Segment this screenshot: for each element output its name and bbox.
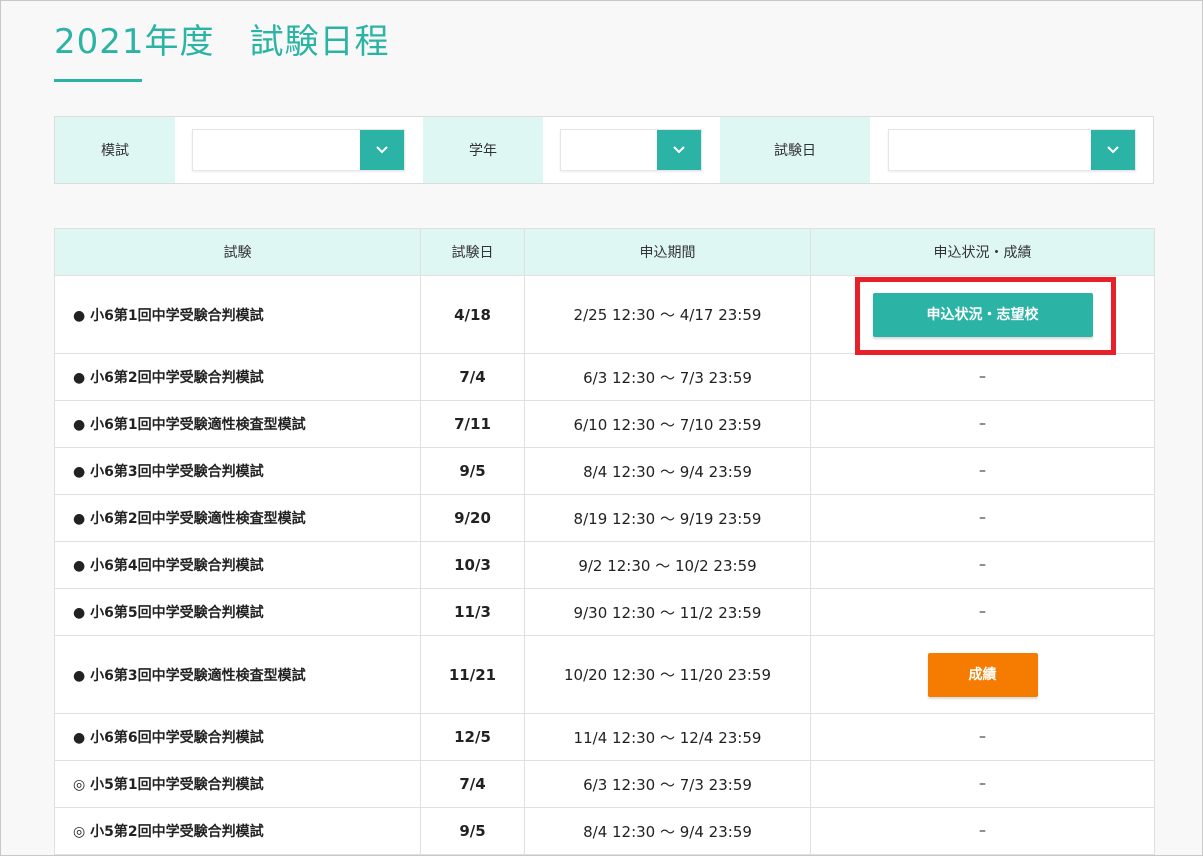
table-row: ● 小6第3回中学受験合判模試 9/5 8/4 12:30 〜 9/4 23:59– xyxy=(54,447,1155,495)
status-dash: – xyxy=(810,447,1155,495)
exam-name: ● 小6第2回中学受験適性検査型模試 xyxy=(54,494,421,542)
exam-name: ● 小6第3回中学受験合判模試 xyxy=(54,447,421,495)
exam-date: 7/4 xyxy=(420,353,525,401)
exam-date: 9/5 xyxy=(420,807,525,855)
exam-name: ● 小6第2回中学受験合判模試 xyxy=(54,353,421,401)
table-row: ● 小6第2回中学受験合判模試 7/4 6/3 12:30 〜 7/3 23:59– xyxy=(54,353,1155,401)
grade-filter-label: 学年 xyxy=(423,117,543,183)
title-underline xyxy=(54,79,142,82)
application-period: 9/30 12:30 〜 11/2 23:59 xyxy=(524,588,811,636)
date-select[interactable] xyxy=(888,129,1136,171)
table-row: ● 小6第1回中学受験合判模試 4/18 2/25 12:30 〜 4/17 23:… xyxy=(54,275,1155,354)
chevron-down-icon[interactable] xyxy=(657,130,701,170)
exam-date: 7/4 xyxy=(420,760,525,808)
status-cell: 成績 xyxy=(810,635,1155,714)
date-filter-label: 試験日 xyxy=(720,117,870,183)
exam-schedule-table: 試験 試験日 申込期間 申込状況・成績 ● 小6第1回中学受験合判模試 4/18 2… xyxy=(54,228,1155,855)
table-row: ● 小6第5回中学受験合判模試 11/3 9/30 12:30 〜 11/2 23:… xyxy=(54,588,1155,636)
application-period: 6/10 12:30 〜 7/10 23:59 xyxy=(524,400,811,448)
header-exam-date: 試験日 xyxy=(420,228,525,276)
exam-date: 11/3 xyxy=(420,588,525,636)
application-period: 11/4 12:30 〜 12/4 23:59 xyxy=(524,713,811,761)
application-period: 9/2 12:30 〜 10/2 23:59 xyxy=(524,541,811,589)
exam-name: ● 小6第1回中学受験合判模試 xyxy=(54,275,421,354)
status-dash: – xyxy=(810,541,1155,589)
exam-date: 7/11 xyxy=(420,400,525,448)
application-period: 6/3 12:30 〜 7/3 23:59 xyxy=(524,353,811,401)
results-button[interactable]: 成績 xyxy=(927,652,1038,697)
page-title: 2021年度 試験日程 xyxy=(54,22,390,62)
status-dash: – xyxy=(810,760,1155,808)
exam-filter-label: 模試 xyxy=(55,117,175,183)
application-status-button[interactable]: 申込状況・志望校 xyxy=(872,292,1093,337)
table-row: ◎ 小5第1回中学受験合判模試 7/4 6/3 12:30 〜 7/3 23:59– xyxy=(54,760,1155,808)
grade-select[interactable] xyxy=(560,129,702,171)
table-row: ◎ 小5第2回中学受験合判模試 9/5 8/4 12:30 〜 9/4 23:59– xyxy=(54,807,1155,855)
status-dash: – xyxy=(810,807,1155,855)
table-row: ● 小6第2回中学受験適性検査型模試 9/20 8/19 12:30 〜 9/19 … xyxy=(54,494,1155,542)
exam-name: ● 小6第4回中学受験合判模試 xyxy=(54,541,421,589)
exam-date: 9/5 xyxy=(420,447,525,495)
status-dash: – xyxy=(810,713,1155,761)
application-period: 8/4 12:30 〜 9/4 23:59 xyxy=(524,447,811,495)
exam-name: ● 小6第6回中学受験合判模試 xyxy=(54,713,421,761)
status-cell: 申込状況・志望校 xyxy=(810,275,1155,354)
application-period: 8/4 12:30 〜 9/4 23:59 xyxy=(524,807,811,855)
exam-name: ● 小6第5回中学受験合判模試 xyxy=(54,588,421,636)
exam-select[interactable] xyxy=(192,129,405,171)
exam-name: ◎ 小5第2回中学受験合判模試 xyxy=(54,807,421,855)
exam-date: 11/21 xyxy=(420,635,525,714)
table-row: ● 小6第4回中学受験合判模試 10/3 9/2 12:30 〜 10/2 23:5… xyxy=(54,541,1155,589)
chevron-down-icon[interactable] xyxy=(360,130,404,170)
table-row: ● 小6第1回中学受験適性検査型模試 7/11 6/10 12:30 〜 7/10 … xyxy=(54,400,1155,448)
header-application-period: 申込期間 xyxy=(524,228,811,276)
exam-date: 9/20 xyxy=(420,494,525,542)
header-exam: 試験 xyxy=(54,228,421,276)
application-period: 8/19 12:30 〜 9/19 23:59 xyxy=(524,494,811,542)
table-row: ● 小6第3回中学受験適性検査型模試 11/21 10/20 12:30 〜 11/… xyxy=(54,635,1155,714)
chevron-down-icon[interactable] xyxy=(1091,130,1135,170)
exam-name: ◎ 小5第1回中学受験合判模試 xyxy=(54,760,421,808)
exam-date: 10/3 xyxy=(420,541,525,589)
status-dash: – xyxy=(810,400,1155,448)
application-period: 6/3 12:30 〜 7/3 23:59 xyxy=(524,760,811,808)
status-dash: – xyxy=(810,494,1155,542)
status-dash: – xyxy=(810,353,1155,401)
application-period: 10/20 12:30 〜 11/20 23:59 xyxy=(524,635,811,714)
application-period: 2/25 12:30 〜 4/17 23:59 xyxy=(524,275,811,354)
exam-name: ● 小6第1回中学受験適性検査型模試 xyxy=(54,400,421,448)
table-row: ● 小6第6回中学受験合判模試 12/5 11/4 12:30 〜 12/4 23:… xyxy=(54,713,1155,761)
filter-bar: 模試 学年 試験日 xyxy=(54,116,1154,184)
exam-date: 12/5 xyxy=(420,713,525,761)
table-header-row: 試験 試験日 申込期間 申込状況・成績 xyxy=(54,228,1155,276)
exam-date: 4/18 xyxy=(420,275,525,354)
status-dash: – xyxy=(810,588,1155,636)
header-status-results: 申込状況・成績 xyxy=(810,228,1155,276)
exam-name: ● 小6第3回中学受験適性検査型模試 xyxy=(54,635,421,714)
